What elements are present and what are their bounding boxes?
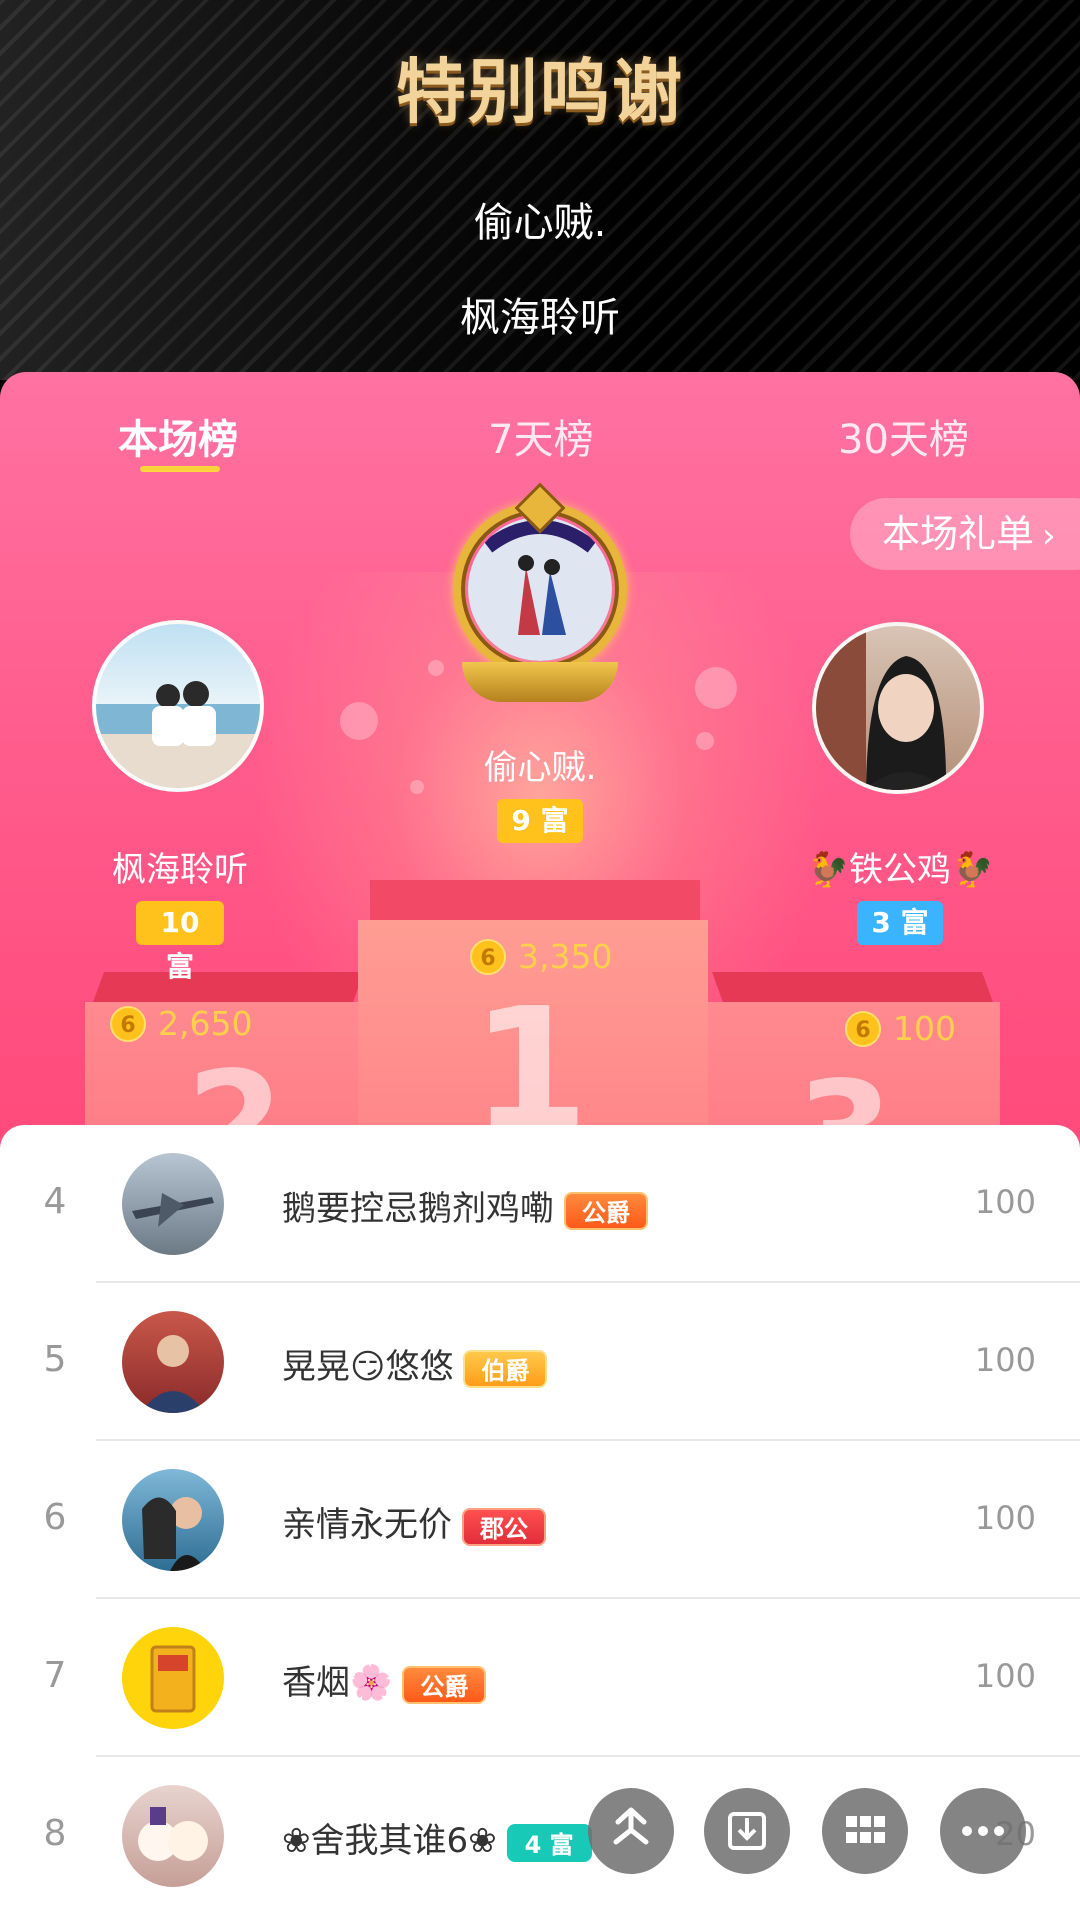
avatar-illustration — [816, 626, 948, 790]
rank-number: 4 — [43, 1181, 67, 1222]
chevron-right-icon: › — [1042, 516, 1056, 556]
gift-list-button[interactable]: 本场礼单 › — [850, 498, 1080, 570]
more-glyph — [962, 1826, 1004, 1836]
download-icon[interactable] — [704, 1788, 790, 1874]
bubble-decoration — [340, 702, 378, 740]
user-name: 香烟🌸 — [282, 1663, 393, 1703]
gift-list-label: 本场礼单 — [882, 512, 1035, 556]
rank-number: 8 — [43, 1813, 67, 1854]
avatar[interactable] — [122, 1153, 224, 1255]
second-place-avatar[interactable] — [92, 620, 264, 792]
third-place-avatar[interactable] — [812, 622, 984, 794]
bubble-decoration — [696, 732, 714, 750]
score: 100 — [974, 1657, 1036, 1695]
second-place-coins: 6 2,650 — [110, 1004, 252, 1043]
avatar-illustration — [96, 681, 260, 788]
user-name: 鹅要控忌鹅剂鸡嘞 — [282, 1189, 554, 1229]
ranking-list: 4 鹅要控忌鹅剂鸡嘞 公爵 100 5 晃晃😏悠悠 伯爵 100 6 亲情永无价… — [0, 1125, 1080, 1920]
second-place-rich-level: 10 富 — [136, 901, 224, 983]
list-item[interactable]: 7 香烟🌸 公爵 100 — [0, 1599, 1080, 1757]
first-place-coins: 6 3,350 — [470, 937, 612, 976]
rich-level-badge: 4 富 — [506, 1823, 592, 1862]
first-place-coin-amount: 3,350 — [518, 937, 613, 976]
wings-icon — [462, 662, 618, 702]
bubble-decoration — [428, 660, 444, 676]
grid-glyph — [846, 1816, 885, 1843]
third-place-rich-level: 3 富 — [857, 901, 943, 945]
grid-icon[interactable] — [822, 1788, 908, 1874]
second-place-coin-amount: 2,650 — [158, 1004, 253, 1043]
user-name: 晃晃😏悠悠 — [282, 1347, 454, 1387]
thanks-name-2: 枫海聆听 — [460, 295, 620, 341]
user-name: ❀舍我其谁6❀ — [282, 1821, 497, 1861]
noble-title-badge: 公爵 — [564, 1191, 648, 1230]
score: 100 — [974, 1341, 1036, 1379]
avatar[interactable] — [122, 1311, 224, 1413]
list-item[interactable]: 6 亲情永无价 郡公 100 — [0, 1441, 1080, 1599]
third-place-coin-amount: 100 — [893, 1009, 956, 1048]
tab-this-session[interactable]: 本场榜 — [118, 407, 238, 465]
list-item-name: 晃晃😏悠悠 伯爵 — [282, 1339, 548, 1388]
share-glyph — [613, 1807, 649, 1845]
avatar-illustration — [142, 1497, 206, 1571]
bubble-decoration — [695, 667, 737, 709]
first-place-rich-level: 9 富 — [497, 799, 583, 843]
coin-icon: 6 — [470, 938, 506, 975]
avatar[interactable] — [122, 1785, 224, 1887]
active-tab-indicator — [140, 466, 220, 472]
coin-icon: 6 — [110, 1005, 146, 1042]
third-place-name: 🐓铁公鸡🐓 — [806, 850, 994, 890]
list-item-name: ❀舍我其谁6❀ 4 富 — [282, 1813, 592, 1862]
list-item[interactable]: 5 晃晃😏悠悠 伯爵 100 — [0, 1283, 1080, 1441]
tab-7-days[interactable]: 7天榜 — [488, 407, 593, 465]
download-glyph — [728, 1812, 766, 1850]
list-item-name: 鹅要控忌鹅剂鸡嘞 公爵 — [282, 1181, 648, 1230]
avatar-illustration — [468, 517, 612, 661]
noble-title-badge: 公爵 — [402, 1665, 487, 1704]
more-icon[interactable] — [940, 1788, 1026, 1874]
special-thanks-title: 特别鸣谢 — [396, 51, 684, 133]
avatar[interactable] — [122, 1469, 224, 1571]
noble-title-badge: 郡公 — [462, 1507, 546, 1546]
leaderboard-screen: 特别鸣谢 偷心贼. 枫海聆听 本场榜 7天榜 30天榜 本场礼单› 2 3 1 — [0, 0, 1080, 1920]
avatar[interactable] — [122, 1627, 224, 1729]
list-item[interactable]: 4 鹅要控忌鹅剂鸡嘞 公爵 100 — [0, 1125, 1080, 1283]
third-place-coins: 6 100 — [845, 1009, 956, 1048]
list-item-name: 亲情永无价 郡公 — [282, 1497, 546, 1546]
first-place-avatar[interactable] — [468, 517, 612, 661]
avatar-illustration — [132, 1193, 214, 1227]
first-place-name: 偷心贼. — [483, 748, 597, 788]
avatar-illustration — [140, 1335, 206, 1413]
special-thanks-header: 特别鸣谢 偷心贼. 枫海聆听 — [0, 0, 1080, 380]
share-icon[interactable] — [588, 1788, 674, 1874]
avatar-illustration — [150, 1645, 196, 1713]
user-name: 亲情永无价 — [282, 1505, 452, 1545]
score: 100 — [974, 1499, 1036, 1537]
thanks-name-1: 偷心贼. — [473, 200, 607, 246]
rank-number: 5 — [43, 1339, 67, 1380]
second-place-name: 枫海聆听 — [112, 850, 248, 890]
tab-30-days[interactable]: 30天榜 — [838, 407, 969, 465]
avatar-illustration — [138, 1807, 208, 1861]
rank-number: 6 — [43, 1497, 67, 1538]
noble-title-badge: 伯爵 — [463, 1349, 548, 1388]
list-item-name: 香烟🌸 公爵 — [282, 1655, 487, 1704]
coin-icon: 6 — [845, 1010, 881, 1047]
list-item[interactable]: 8 ❀舍我其谁6❀4 富 20 — [0, 1757, 1080, 1915]
rank-number: 7 — [43, 1655, 67, 1696]
score: 100 — [974, 1183, 1036, 1221]
ranking-tabs: 本场榜 7天榜 30天榜 — [0, 372, 1080, 500]
